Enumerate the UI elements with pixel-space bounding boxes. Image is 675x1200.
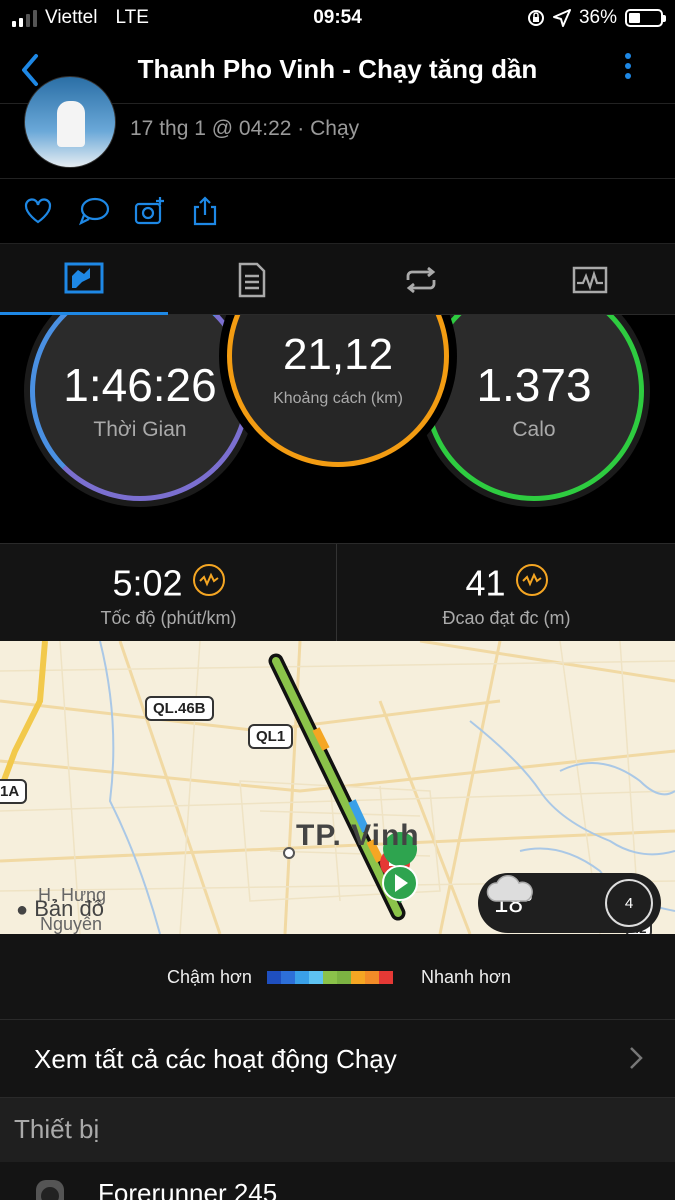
battery-percent: 36% bbox=[578, 7, 617, 28]
elevation-label: Đcao đạt đc (m) bbox=[442, 608, 571, 628]
road-label-ql46b: QL.46B bbox=[145, 696, 214, 721]
apple-logo-icon: ● bbox=[16, 899, 29, 921]
location-arrow-icon bbox=[552, 9, 571, 27]
elevation-metric[interactable]: 41 Đcao đạt đc (m) bbox=[338, 544, 675, 642]
time-label: Thời Gian bbox=[93, 418, 187, 441]
metrics-row: 5:02 Tốc độ (phút/km) 41 Đcao đạt đc (m) bbox=[0, 543, 675, 642]
legend-color-swatch bbox=[337, 971, 351, 984]
tab-laps[interactable] bbox=[337, 244, 505, 315]
legend-color-swatch bbox=[379, 971, 393, 984]
calories-value: 1.373 bbox=[476, 359, 592, 411]
chevron-right-icon bbox=[630, 1047, 643, 1069]
map-attribution: ● Bản đồ bbox=[16, 896, 104, 922]
more-options-icon[interactable] bbox=[621, 50, 635, 90]
legend-color-swatch bbox=[351, 971, 365, 984]
road-label-ql1: QL1 bbox=[248, 724, 294, 749]
devices-heading: Thiết bị bbox=[14, 1114, 100, 1144]
device-row[interactable]: Forerunner 245 bbox=[0, 1162, 675, 1200]
comment-icon[interactable] bbox=[78, 195, 110, 227]
tab-charts[interactable] bbox=[506, 244, 674, 315]
calories-label: Calo bbox=[512, 418, 556, 441]
cloud-icon bbox=[486, 875, 533, 902]
share-icon[interactable] bbox=[190, 195, 222, 227]
elevation-chart-icon bbox=[515, 564, 548, 597]
speed-color-scale bbox=[267, 971, 393, 984]
divider bbox=[336, 544, 337, 642]
activity-tabs bbox=[0, 244, 675, 315]
status-bar: Viettel LTE 09:54 36% bbox=[0, 0, 675, 36]
legend-color-swatch bbox=[267, 971, 281, 984]
action-bar bbox=[0, 179, 675, 244]
elevation-value: 41 bbox=[465, 562, 506, 604]
legend-color-swatch bbox=[323, 971, 337, 984]
heart-icon[interactable] bbox=[22, 195, 54, 227]
repeat-icon bbox=[406, 266, 436, 293]
rotation-lock-icon bbox=[527, 10, 544, 26]
distance-value: 21,12 bbox=[282, 330, 394, 379]
activity-screen: Viettel LTE 09:54 36% Thanh Pho Vinh - C… bbox=[0, 0, 675, 1200]
legend-faster: Nhanh hơn bbox=[421, 967, 511, 987]
devices-section-header: Thiết bị bbox=[0, 1098, 675, 1162]
time-value: 1:46:26 bbox=[63, 359, 217, 411]
distance-ring: 21,12 Khoảng cách (km) bbox=[227, 315, 449, 467]
tab-summary[interactable] bbox=[0, 244, 168, 315]
tab-details[interactable] bbox=[168, 244, 336, 315]
legend-slower: Chậm hơn bbox=[167, 967, 252, 987]
calories-ring: 1.373 Calo bbox=[424, 315, 644, 501]
pace-metric[interactable]: 5:02 Tốc độ (phút/km) bbox=[0, 544, 337, 642]
legend-color-swatch bbox=[281, 971, 295, 984]
legend-color-swatch bbox=[309, 971, 323, 984]
city-label: TP. Vinh bbox=[296, 819, 420, 852]
activity-header: 17 thg 1 @ 04:22 · Chạy bbox=[0, 76, 675, 179]
activity-subtitle: 17 thg 1 @ 04:22 · Chạy bbox=[130, 117, 360, 140]
weather-badge: 18° 4 bbox=[478, 873, 661, 933]
battery-icon bbox=[625, 9, 666, 27]
road-label-1a: 1A bbox=[0, 779, 28, 804]
pace-value: 5:02 bbox=[112, 562, 183, 604]
time-ring: 1:46:26 Thời Gian bbox=[30, 315, 250, 501]
wind-speed: 4 bbox=[624, 894, 634, 912]
wind-dial: 4 bbox=[605, 879, 653, 927]
camera-add-icon[interactable] bbox=[134, 195, 166, 227]
line-chart-icon bbox=[572, 266, 608, 293]
all-activities-label: Xem tất cả các hoạt động Chạy bbox=[34, 1044, 397, 1074]
avatar[interactable] bbox=[24, 76, 116, 168]
stats-panel: 1:46:26 Thời Gian 1.373 Calo 21,12 Khoản… bbox=[0, 315, 675, 543]
pace-label: Tốc độ (phút/km) bbox=[100, 608, 237, 628]
legend-color-swatch bbox=[365, 971, 379, 984]
summary-chart-icon bbox=[64, 262, 104, 294]
document-list-icon bbox=[238, 262, 266, 297]
device-name: Forerunner 245 bbox=[98, 1178, 278, 1200]
page-title: Thanh Pho Vinh - Chạy tăng dần bbox=[137, 54, 538, 84]
speed-legend: Chậm hơn Nhanh hơn bbox=[0, 934, 675, 1020]
all-activities-link[interactable]: Xem tất cả các hoạt động Chạy bbox=[0, 1020, 675, 1098]
distance-label: Khoảng cách (km) bbox=[273, 390, 403, 407]
pace-chart-icon bbox=[192, 564, 225, 597]
watch-icon bbox=[36, 1180, 64, 1200]
legend-color-swatch bbox=[295, 971, 309, 984]
attribution-text: Bản đồ bbox=[34, 896, 104, 921]
route-map[interactable]: QL.46B QL1 1A 42 TP. Vinh H. Hưng Nguyên… bbox=[0, 641, 675, 934]
